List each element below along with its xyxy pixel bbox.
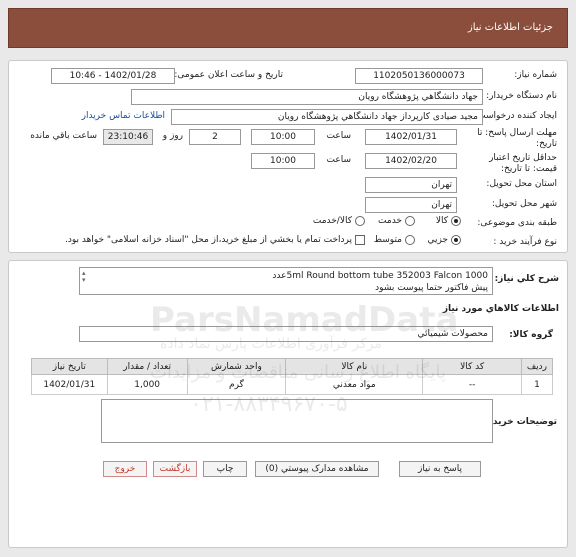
process-option-medium[interactable]: متوسط: [374, 235, 415, 246]
radio-icon[interactable]: [405, 235, 415, 245]
deadline-label: مهلت ارسال پاسخ: تا: [477, 128, 557, 138]
remaining-time-field: 23:10:46: [103, 129, 153, 145]
cell-name: مواد معدني: [285, 374, 424, 395]
radio-icon[interactable]: [405, 216, 415, 226]
back-button[interactable]: بازگشت: [153, 461, 197, 477]
category-option-service[interactable]: خدمت: [378, 216, 415, 227]
validity-date-field: 1402/02/20: [365, 153, 457, 169]
category-option-goods-service[interactable]: کالا/خدمت: [313, 216, 365, 227]
checkbox-icon[interactable]: [355, 235, 365, 245]
need-number-label: شماره نياز:: [514, 70, 557, 80]
process-option-minor[interactable]: جزيي: [427, 235, 461, 246]
page-title: جزئيات اطلاعات نياز: [467, 22, 553, 33]
treasury-payment-option[interactable]: پرداخت تمام يا بخشي از مبلغ خريد،از محل …: [65, 235, 365, 246]
remaining-days-field: 2: [189, 129, 241, 145]
deadline-time-label: ساعت: [326, 131, 352, 141]
exit-button[interactable]: خروج: [103, 461, 147, 477]
radio-icon[interactable]: [355, 216, 365, 226]
min-validity-label: حداقل تاريخ اعتبار: [489, 153, 557, 163]
description-label: شرح کلي نياز:: [494, 274, 559, 284]
need-number-field: 1102050136000073: [355, 68, 483, 84]
col-code: کد کالا: [422, 358, 522, 375]
province-field: تهران: [365, 177, 457, 193]
reply-button[interactable]: پاسخ به نياز: [399, 461, 481, 477]
province-label: استان محل تحويل:: [486, 179, 557, 189]
process-label: نوع فرآيند خريد :: [493, 237, 557, 247]
buyer-contact-link[interactable]: اطلاعات تماس خريدار: [82, 111, 165, 121]
print-button[interactable]: چاپ: [203, 461, 247, 477]
buyer-org-label: نام دستگاه خريدار:: [486, 91, 557, 101]
radio-icon[interactable]: [451, 235, 461, 245]
cell-row: 1: [520, 374, 554, 395]
col-row: رديف: [520, 358, 554, 375]
remaining-label: ساعت باقي مانده: [30, 131, 97, 141]
announce-date-label: تاريخ و ساعت اعلان عمومی:: [174, 70, 283, 80]
table-row: 1 -- مواد معدني گرم 1,000 1402/01/31: [31, 374, 554, 395]
deadline-time-field: 10:00: [251, 129, 315, 145]
price-until-label: قيمت: تا تاريخ:: [501, 164, 557, 174]
announce-datetime-field: 1402/01/28 - 10:46: [51, 68, 175, 84]
goods-table: رديف کد کالا نام کالا واحد شمارش تعداد /…: [31, 358, 554, 395]
need-details-section: شماره نياز: 1102050136000073 تاريخ و ساع…: [8, 60, 568, 253]
cell-need-date: 1402/01/31: [31, 374, 108, 395]
goods-group-field: محصولات شيميائي: [79, 326, 493, 342]
category-label: طبقه بندی موضوعی:: [477, 218, 557, 228]
page-header: جزئيات اطلاعات نياز: [8, 8, 568, 48]
city-label: شهر محل تحويل:: [491, 199, 557, 209]
col-need-date: تاريخ نياز: [31, 358, 108, 375]
validity-time-label: ساعت: [326, 155, 352, 165]
deadline-date-suffix: تاريخ:: [536, 139, 557, 149]
buyer-org-field: جهاد دانشگاهي پژوهشگاه رويان: [131, 89, 483, 105]
goods-section: شرح کلي نياز: 5ml Round bottom tube 3520…: [8, 260, 568, 548]
description-line-2: پيش فاکتور حتما پيوست بشود: [375, 283, 488, 293]
radio-icon[interactable]: [451, 216, 461, 226]
buyer-notes-textarea[interactable]: [101, 399, 493, 443]
col-name: نام کالا: [285, 358, 424, 375]
col-unit: واحد شمارش: [186, 358, 287, 375]
goods-section-title: اطلاعات کالاهاي مورد نياز: [442, 304, 559, 314]
deadline-date-field: 1402/01/31: [365, 129, 457, 145]
validity-time-field: 10:00: [251, 153, 315, 169]
view-attachments-button[interactable]: مشاهده مدارک پيوستي (0): [255, 461, 379, 477]
goods-table-header: رديف کد کالا نام کالا واحد شمارش تعداد /…: [31, 358, 554, 375]
category-option-goods[interactable]: کالا: [436, 216, 461, 227]
scroll-arrows-icon[interactable]: ▴ ▾: [82, 270, 86, 284]
days-label: روز و: [162, 131, 183, 141]
creator-field: مجيد صيادی کارپرداز جهاد دانشگاهي پژوهشگ…: [171, 109, 483, 125]
col-quantity: تعداد / مقدار: [106, 358, 188, 375]
cell-code: --: [422, 374, 522, 395]
cell-quantity: 1,000: [106, 374, 188, 395]
cell-unit: گرم: [186, 374, 287, 395]
city-field: تهران: [365, 197, 457, 213]
description-line-1: 5ml Round bottom tube 352003 Falcon 1000…: [272, 271, 488, 281]
goods-group-label: گروه کالا:: [509, 330, 553, 340]
description-textarea[interactable]: 5ml Round bottom tube 352003 Falcon 1000…: [79, 267, 493, 295]
creator-label: ايجاد کننده درخواست:: [474, 111, 557, 121]
